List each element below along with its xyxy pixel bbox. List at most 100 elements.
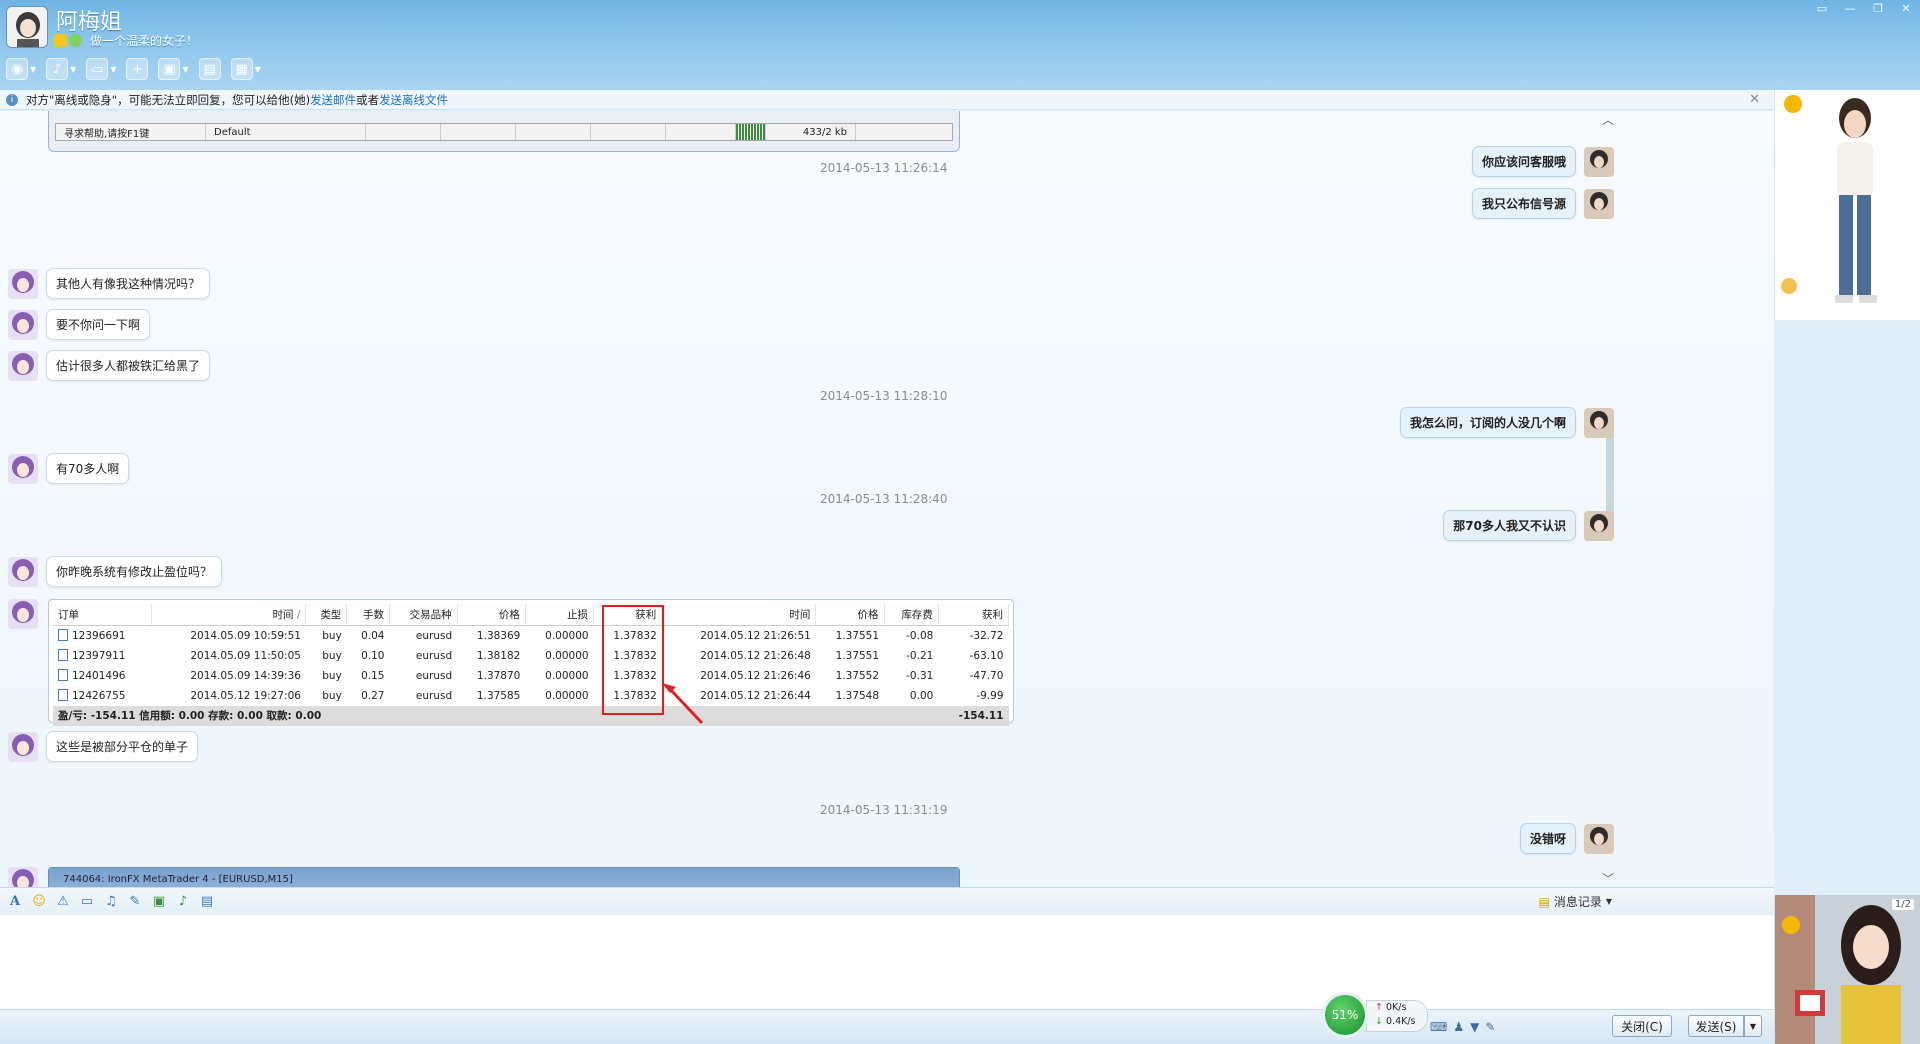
screenshot-image-top[interactable]: 寻求帮助,请按F1键 Default 433/2 kb bbox=[48, 111, 960, 152]
image-icon[interactable]: ▣ bbox=[150, 893, 168, 911]
download-arrow-icon: ↓ bbox=[1375, 1016, 1383, 1027]
summary-row: 盈/亏: -154.11 信用额: 0.00 存款: 0.00 取款: 0.00… bbox=[53, 705, 1009, 726]
contact-avatar-small[interactable] bbox=[8, 867, 38, 887]
remote-assist-button[interactable]: ▣ ▼ bbox=[158, 56, 189, 82]
note-icon[interactable]: ✎ bbox=[126, 893, 144, 911]
status-icon bbox=[69, 34, 82, 47]
message-bubble[interactable]: 其他人有像我这种情况吗？ bbox=[46, 268, 211, 299]
show-pager[interactable]: 1/2 bbox=[1891, 899, 1914, 910]
table-row: 12397911 2014.05.09 11:50:05 buy 0.10 euru… bbox=[53, 646, 1009, 666]
chevron-down-icon: ▼ bbox=[254, 64, 261, 74]
message-input[interactable] bbox=[0, 915, 1774, 1009]
person-icon[interactable]: ♟ bbox=[1453, 1020, 1464, 1034]
send-button[interactable]: 发送(S) bbox=[1688, 1015, 1744, 1037]
summary-label: 盈/亏: -154.11 信用额: 0.00 存款: 0.00 取款: 0.00 bbox=[53, 705, 939, 726]
my-avatar[interactable] bbox=[1584, 188, 1614, 219]
message-sent: 你应该问客服哦 bbox=[1471, 146, 1614, 177]
apps-button[interactable]: ▦ ▼ bbox=[230, 56, 261, 82]
close-window-button[interactable]: ✕ bbox=[1892, 0, 1920, 16]
message-sent: 没错呀 bbox=[1519, 823, 1614, 854]
wrench-icon[interactable]: ✎ bbox=[1485, 1020, 1495, 1034]
contact-avatar[interactable] bbox=[6, 6, 48, 48]
apps-grid-icon: ▦ bbox=[230, 58, 253, 80]
screenshot-icon[interactable]: ▭ bbox=[78, 893, 96, 911]
upload-arrow-icon: ↑ bbox=[1375, 1002, 1383, 1013]
keyboard-icon[interactable]: ⌨ bbox=[1430, 1020, 1447, 1034]
notice-or-text: 或者 bbox=[356, 92, 380, 107]
microphone-icon: ♪ bbox=[46, 58, 69, 80]
contact-avatar-small[interactable] bbox=[8, 453, 38, 484]
send-file-button[interactable]: ▭ ▼ bbox=[86, 56, 116, 82]
send-email-link[interactable]: 发送邮件 bbox=[310, 92, 356, 108]
tray-icons: ⌨ ♟ ▼ ✎ bbox=[1430, 1020, 1495, 1034]
col-open-price: 价格 bbox=[457, 604, 526, 626]
order-doc-icon bbox=[58, 629, 68, 642]
chevron-down-icon: ▼ bbox=[70, 64, 77, 74]
trade-table: 订单 时间 / 类型 手数 交易品种 价格 止损 获利 时间 价格 库存费 获利… bbox=[53, 604, 1010, 726]
trade-history-image[interactable]: 订单 时间 / 类型 手数 交易品种 价格 止损 获利 时间 价格 库存费 获利… bbox=[48, 599, 1014, 726]
close-button[interactable]: 关闭(C) bbox=[1612, 1015, 1672, 1037]
my-avatar[interactable] bbox=[1584, 510, 1614, 541]
scroll-up-icon[interactable]: ︿ bbox=[1602, 111, 1614, 128]
network-speed: ↑ 0K/s ↓ 0.4K/s bbox=[1366, 1000, 1428, 1032]
screen-capture-icon[interactable]: ▤ bbox=[198, 893, 216, 911]
shirt-icon[interactable]: ▼ bbox=[1470, 1020, 1479, 1034]
network-widget[interactable]: ↑ 0K/s ↓ 0.4K/s 51% bbox=[1322, 990, 1428, 1038]
send-offline-file-link[interactable]: 发送离线文件 bbox=[379, 92, 448, 108]
shake-icon[interactable]: ⚠ bbox=[54, 893, 72, 911]
message-bubble[interactable]: 我怎么问，订阅的人没几个啊 bbox=[1399, 407, 1576, 438]
close-notice-icon[interactable]: ✕ bbox=[1749, 92, 1760, 107]
message-received: 你昨晚系统有修改止盈位吗？ bbox=[8, 556, 223, 587]
col-type: 类型 bbox=[305, 604, 348, 626]
message-received: 要不你问一下啊 bbox=[8, 309, 151, 340]
maximize-button[interactable]: ❐ bbox=[1864, 0, 1892, 16]
chevron-down-icon: ▼ bbox=[110, 64, 117, 74]
screenshot-image-bottom[interactable]: 744064: IronFX MetaTrader 4 - [EURUSD,M1… bbox=[48, 867, 960, 887]
minimize-button[interactable]: — bbox=[1836, 0, 1864, 16]
message-bubble[interactable]: 要不你问一下啊 bbox=[46, 309, 151, 340]
my-avatar[interactable] bbox=[1584, 407, 1614, 438]
message-history-button[interactable]: ▤ 消息记录 ▼ bbox=[1538, 893, 1612, 910]
my-avatar[interactable] bbox=[1584, 823, 1614, 854]
input-toolbar: A ☺ ⚠ ▭ ♫ ✎ ▣ ♪ ▤ ▤ 消息记录 ▼ bbox=[0, 887, 1774, 915]
skin-button[interactable]: ▭ bbox=[1808, 0, 1836, 16]
message-bubble[interactable]: 有70多人啊 bbox=[46, 453, 130, 484]
message-bubble[interactable]: 没错呀 bbox=[1519, 823, 1576, 854]
message-bubble[interactable]: 你应该问客服哦 bbox=[1471, 146, 1576, 177]
contact-avatar-small[interactable] bbox=[8, 731, 38, 762]
voice-call-button[interactable]: ♪ ▼ bbox=[46, 56, 76, 82]
contact-avatar-small[interactable] bbox=[8, 556, 38, 587]
mt4-profile: Default bbox=[206, 124, 366, 140]
col-lots: 手数 bbox=[346, 604, 390, 626]
history-icon: ▤ bbox=[1538, 894, 1550, 909]
video-call-button[interactable]: ◉ ▼ bbox=[6, 56, 36, 82]
scroll-down-icon[interactable]: ﹀ bbox=[1602, 870, 1614, 887]
timestamp: 2014-05-13 11:31:19 bbox=[820, 803, 948, 817]
table-row: 12401496 2014.05.09 14:39:36 buy 0.15 euru… bbox=[53, 666, 1009, 686]
timestamp: 2014-05-13 11:26:14 bbox=[820, 161, 948, 175]
highlight-box bbox=[602, 605, 664, 715]
message-bubble[interactable]: 你昨晚系统有修改止盈位吗？ bbox=[46, 556, 223, 587]
contact-avatar-small[interactable] bbox=[8, 268, 38, 299]
contact-avatar-small[interactable] bbox=[8, 309, 38, 340]
emoji-icon[interactable]: ☺ bbox=[30, 893, 48, 911]
message-bubble[interactable]: 这些是被部分平仓的单子 bbox=[46, 731, 199, 762]
screen-share-button[interactable]: ▤ bbox=[198, 56, 221, 82]
message-bubble[interactable]: 我只公布信号源 bbox=[1471, 188, 1576, 219]
chat-plus-icon: + bbox=[126, 58, 149, 80]
music-icon[interactable]: ♪ bbox=[174, 893, 192, 911]
voice-message-icon[interactable]: ♫ bbox=[102, 893, 120, 911]
col-close-time: 时间 bbox=[661, 604, 817, 626]
my-avatar[interactable] bbox=[1584, 146, 1614, 177]
message-bubble[interactable]: 那70多人我又不认识 bbox=[1443, 510, 1576, 541]
mt4-window-title: 744064: IronFX MetaTrader 4 - [EURUSD,M1… bbox=[63, 874, 293, 885]
download-speed: 0.4K/s bbox=[1386, 1016, 1416, 1027]
chat-history[interactable]: ︿ 寻求帮助,请按F1键 Default 433/2 kb 2014-05-13… bbox=[0, 111, 1774, 887]
contact-avatar-small[interactable] bbox=[8, 599, 38, 629]
contact-avatar-small[interactable] bbox=[8, 350, 38, 381]
avatar-show-image bbox=[1775, 90, 1920, 320]
send-options-button[interactable]: ▼ bbox=[1744, 1015, 1762, 1037]
font-icon[interactable]: A bbox=[6, 893, 24, 911]
message-bubble[interactable]: 估计很多人都被铁汇给黑了 bbox=[46, 350, 211, 381]
create-group-button[interactable]: + bbox=[126, 56, 149, 82]
